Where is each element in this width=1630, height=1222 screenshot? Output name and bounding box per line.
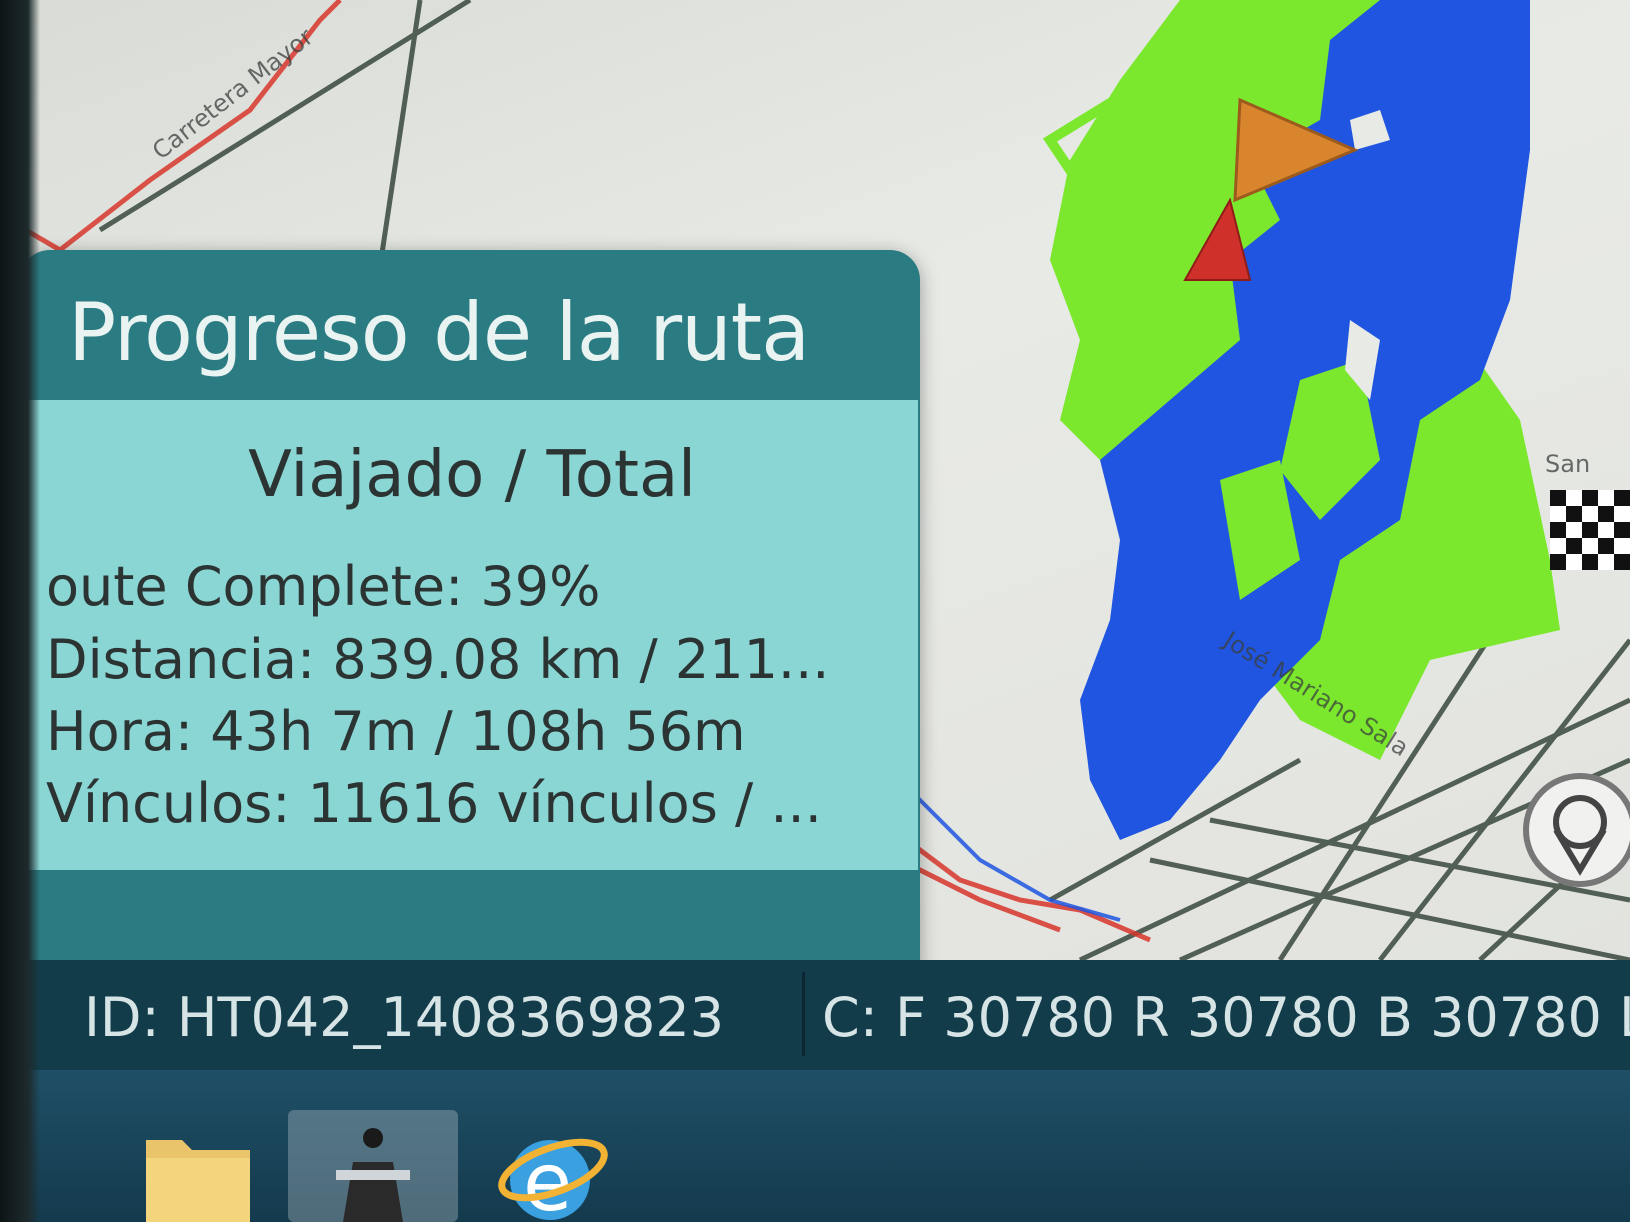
street-label-right: San (1545, 450, 1591, 478)
panel-body: Viajado / Total oute Complete: 39% Dista… (26, 400, 918, 870)
taskbar: e (0, 1070, 1630, 1222)
panel-title: Progreso de la ruta (68, 286, 810, 379)
links-line: Vínculos: 11616 vínculos / ... (46, 772, 822, 835)
counters-readout: C: F 30780 R 30780 B 30780 L (822, 986, 1630, 1049)
monitor-bezel (0, 0, 40, 1222)
internet-explorer-icon[interactable]: e (498, 1110, 608, 1222)
time-line: Hora: 43h 7m / 108h 56m (46, 700, 746, 763)
location-pin-icon[interactable] (1523, 773, 1630, 887)
distance-line: Distancia: 839.08 km / 211... (46, 628, 830, 691)
panel-column-header: Viajado / Total (248, 438, 696, 512)
status-bar: ID: HT042_1408369823 C: F 30780 R 30780 … (0, 960, 1630, 1070)
status-divider (802, 972, 805, 1056)
app-icon[interactable] (288, 1110, 458, 1222)
route-progress-panel: Progreso de la ruta Viajado / Total oute… (20, 250, 920, 982)
route-complete-line: oute Complete: 39% (46, 555, 601, 618)
folder-icon[interactable] (138, 1110, 258, 1222)
session-id: ID: HT042_1408369823 (84, 986, 725, 1049)
screen: Carretera Mayor José Mariano Sala San Pr… (0, 0, 1630, 1222)
destination-flag-icon[interactable] (1550, 490, 1630, 570)
